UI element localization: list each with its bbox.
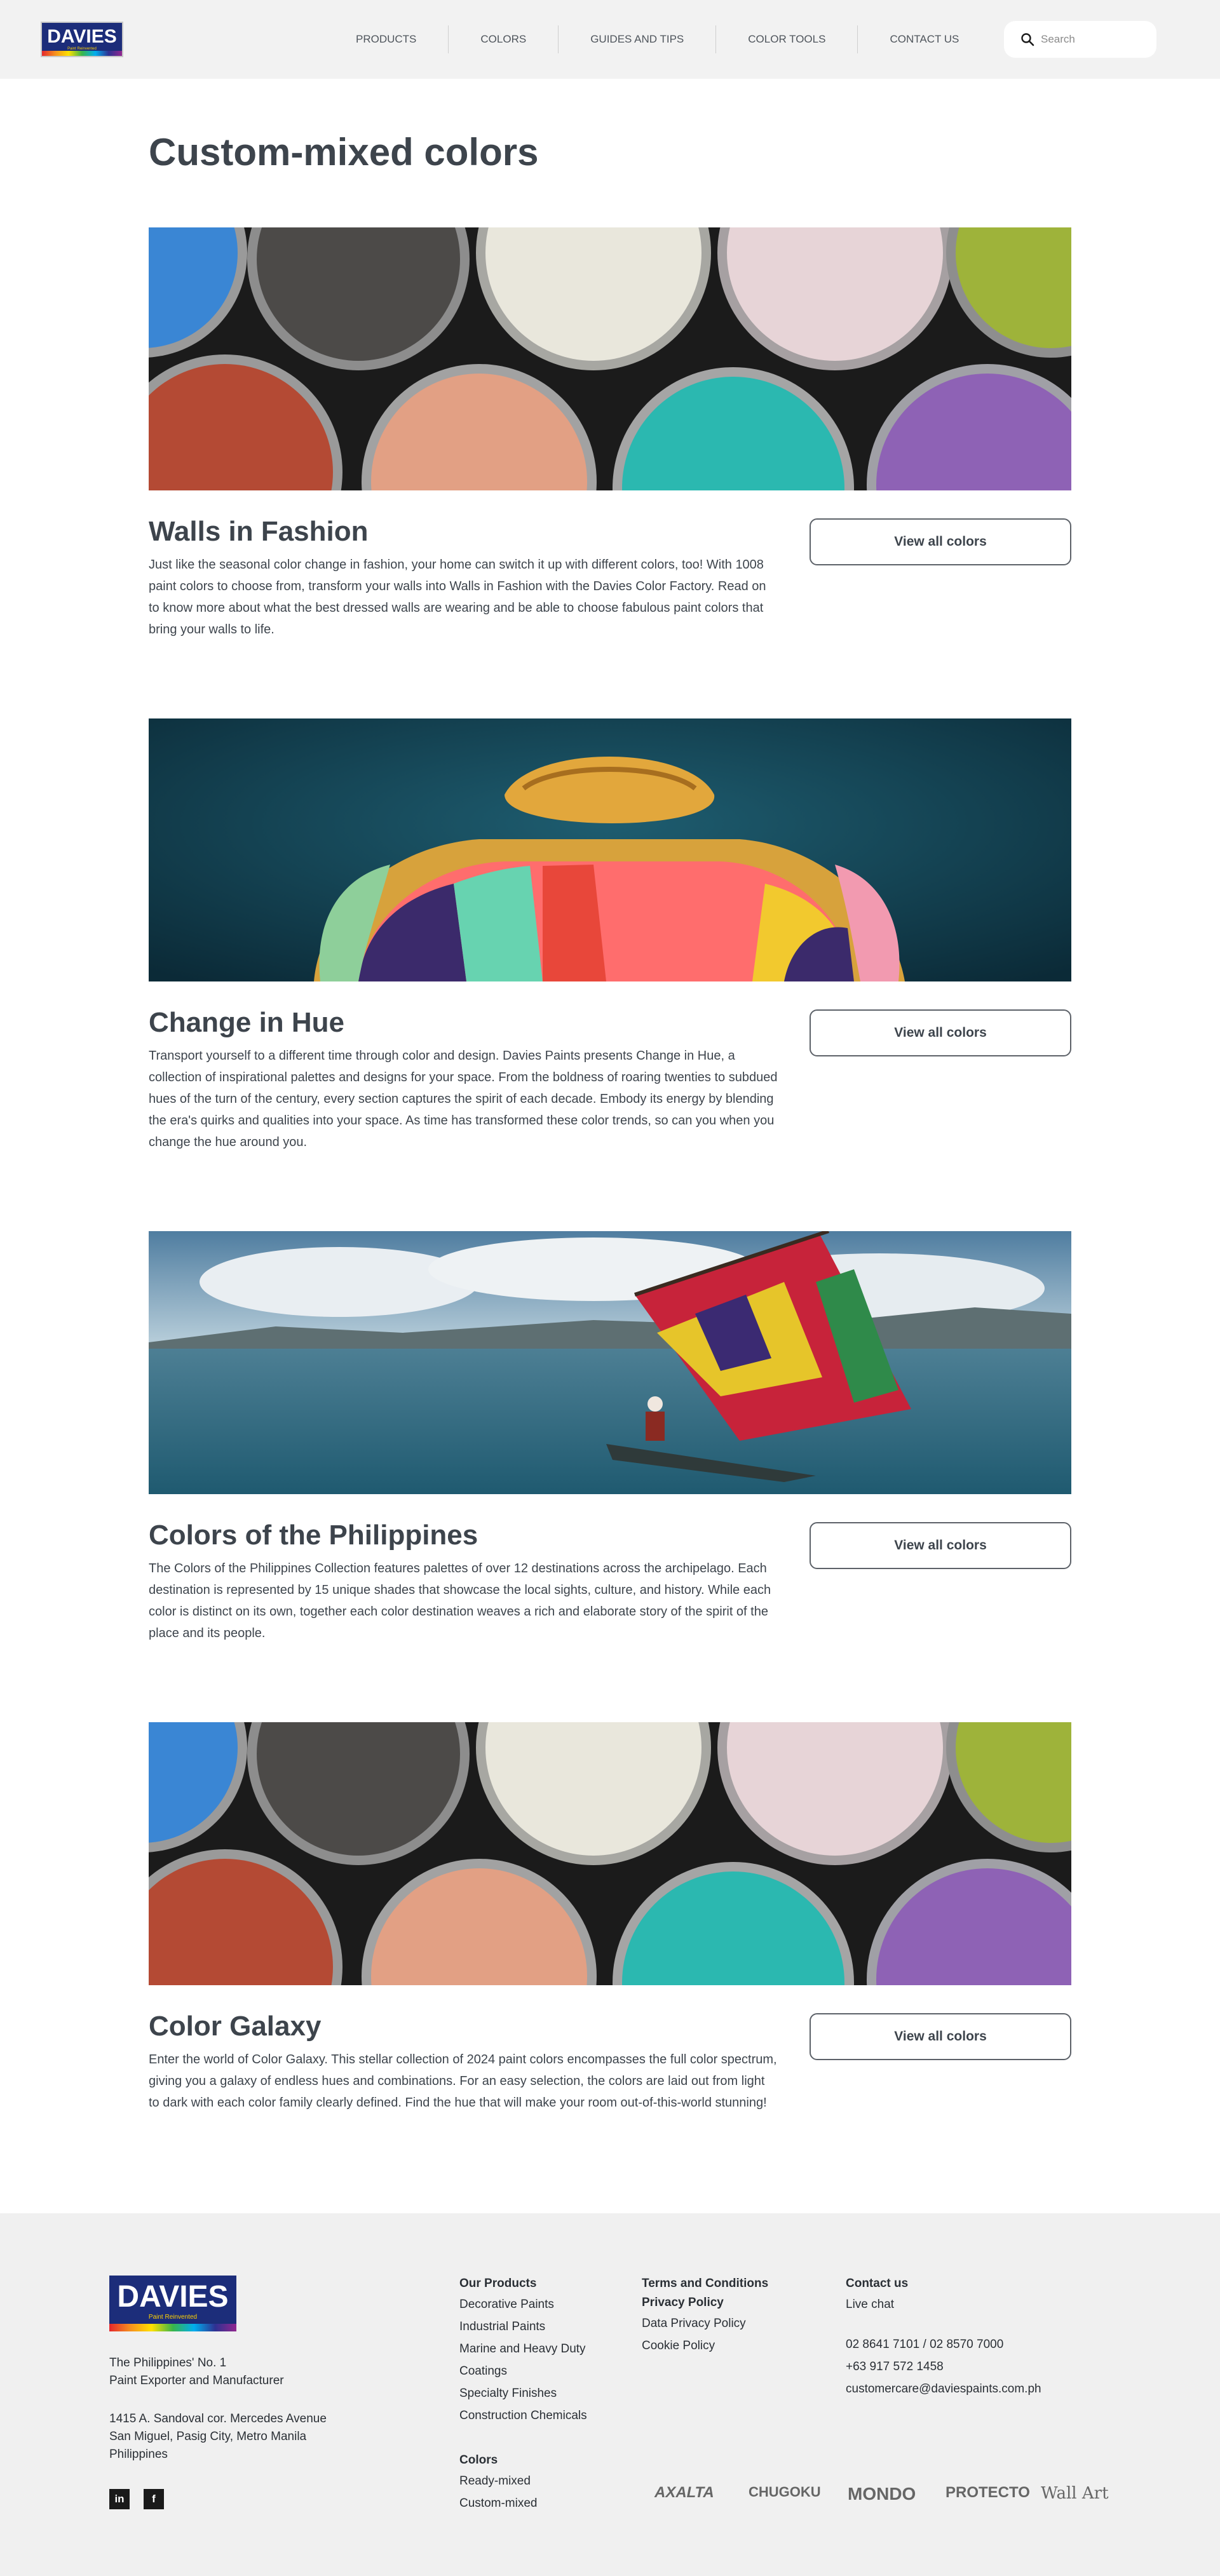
privacy-heading[interactable]: Privacy Policy (642, 2293, 768, 2312)
brand-logo-protecto[interactable]: PROTECTO (946, 2484, 1030, 2502)
footer-link[interactable]: Ready-mixed (459, 2470, 537, 2492)
section-title: Color Galaxy (149, 2011, 322, 2042)
facebook-icon[interactable]: f (144, 2489, 164, 2509)
logo-text: DAVIES (117, 2280, 229, 2314)
ornate-chair-banner-image (149, 718, 1071, 981)
logo-rainbow-stripe (109, 2324, 236, 2331)
company-tagline: The Philippines' No. 1 Paint Exporter an… (109, 2356, 284, 2387)
nav-contact-us[interactable]: CONTACT US (857, 25, 991, 53)
section-description: Just like the seasonal color change in f… (149, 558, 766, 637)
vinta-boat-banner-image (149, 1231, 1071, 1494)
linkedin-icon[interactable]: in (109, 2489, 130, 2509)
site-footer: DAVIES Paint Reinvented The Philippines'… (0, 2213, 1220, 2576)
footer-davies-logo[interactable]: DAVIES Paint Reinvented (109, 2276, 236, 2331)
view-all-colors-button[interactable]: View all colors (810, 2013, 1071, 2060)
footer-colors-column: Colors Ready-mixed Custom-mixed (459, 2451, 537, 2514)
section-title: Colors of the Philippines (149, 1520, 478, 1551)
search-box[interactable] (1004, 21, 1156, 58)
site-header: DAVIES Paint Reinvented PRODUCTS COLORS … (0, 0, 1220, 79)
logo-rainbow-stripe (42, 51, 122, 56)
nav-guides-and-tips[interactable]: GUIDES AND TIPS (558, 25, 715, 53)
section-title: Walls in Fashion (149, 516, 369, 547)
section-description: Transport yourself to a different time t… (149, 1049, 778, 1149)
collection-walls-in-fashion: Walls in Fashion Just like the seasonal … (149, 227, 1071, 637)
collection-color-galaxy: Color Galaxy Enter the world of Color Ga… (149, 1722, 1071, 2110)
view-all-colors-button[interactable]: View all colors (810, 518, 1071, 565)
footer-link[interactable]: Custom-mixed (459, 2492, 537, 2514)
logo-text: DAVIES (47, 26, 117, 47)
section-description: Enter the world of Color Galaxy. This st… (149, 2053, 777, 2110)
collection-change-in-hue: Change in Hue Transport yourself to a di… (149, 718, 1071, 1149)
footer-contact-column: Contact us Live chat 02 8641 7101 / 02 8… (846, 2274, 1041, 2400)
logo-tagline: Paint Reinvented (148, 2314, 198, 2321)
footer-link[interactable]: Marine and Heavy Duty Coatings (459, 2338, 612, 2382)
email-link[interactable]: customercare@daviespaints.com.ph (846, 2378, 1041, 2400)
section-description: The Colors of the Philippines Collection… (149, 1561, 771, 1640)
phone-mobile[interactable]: +63 917 572 1458 (846, 2356, 1041, 2378)
contact-heading: Contact us (846, 2277, 909, 2290)
page-title: Custom-mixed colors (149, 131, 539, 173)
search-input[interactable] (1041, 33, 1149, 46)
footer-legal-column: Terms and Conditions Privacy Policy Data… (642, 2274, 768, 2357)
colors-heading[interactable]: Colors (459, 2451, 537, 2470)
brand-logo-mondo[interactable]: MONDO (848, 2484, 916, 2504)
view-all-colors-button[interactable]: View all colors (810, 1009, 1071, 1056)
paint-cans-banner-image (149, 1722, 1071, 1985)
footer-link[interactable]: Cookie Policy (642, 2335, 768, 2357)
main-nav: PRODUCTS COLORS GUIDES AND TIPS COLOR TO… (324, 25, 991, 53)
collection-colors-of-the-philippines: Colors of the Philippines The Colors of … (149, 1231, 1071, 1640)
phone-landline[interactable]: 02 8641 7101 / 02 8570 7000 (846, 2333, 1041, 2356)
company-address: 1415 A. Sandoval cor. Mercedes Avenue Sa… (109, 2412, 327, 2461)
footer-link[interactable]: Industrial Paints (459, 2316, 612, 2338)
nav-colors[interactable]: COLORS (448, 25, 558, 53)
footer-link[interactable]: Data Privacy Policy (642, 2312, 768, 2335)
search-icon (1020, 32, 1034, 46)
terms-heading[interactable]: Terms and Conditions (642, 2274, 768, 2293)
footer-link[interactable]: Construction Chemicals (459, 2404, 612, 2427)
brand-logo-wall-art[interactable]: Wall Art (1041, 2484, 1109, 2503)
nav-color-tools[interactable]: COLOR TOOLS (715, 25, 857, 53)
brand-logo-chugoku[interactable]: CHUGOKU (749, 2484, 821, 2500)
section-title: Change in Hue (149, 1007, 345, 1038)
products-heading[interactable]: Our Products (459, 2274, 612, 2293)
footer-products-column: Our Products Decorative Paints Industria… (459, 2274, 612, 2427)
brand-logo-axalta[interactable]: AXALTA (654, 2484, 714, 2502)
footer-link[interactable]: Specialty Finishes (459, 2382, 612, 2404)
nav-products[interactable]: PRODUCTS (324, 25, 448, 53)
footer-link[interactable]: Decorative Paints (459, 2293, 612, 2316)
davies-logo[interactable]: DAVIES Paint Reinvented (41, 22, 123, 57)
live-chat-link[interactable]: Live chat (846, 2293, 1041, 2316)
paint-cans-banner-image (149, 227, 1071, 490)
view-all-colors-button[interactable]: View all colors (810, 1522, 1071, 1569)
